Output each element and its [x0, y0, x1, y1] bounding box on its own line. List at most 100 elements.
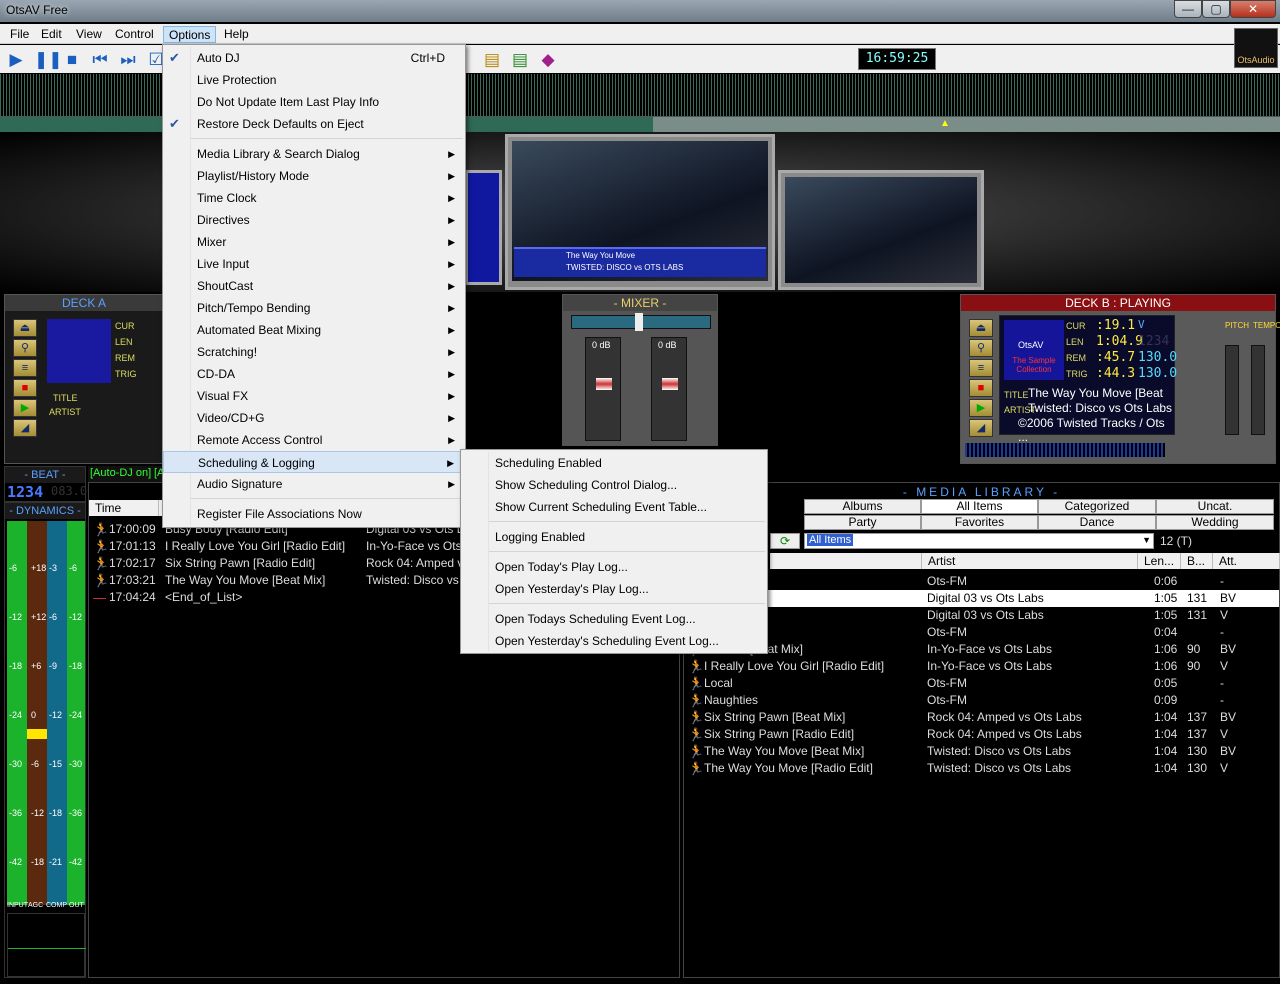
- search-icon[interactable]: ⚲: [13, 339, 37, 357]
- options-menu-item[interactable]: Automated Beat Mixing ▶: [163, 319, 465, 341]
- library-row[interactable]: 🏃Beat Mix]Digital 03 vs Ots Labs1:05131B…: [684, 590, 1279, 607]
- playlist-icon[interactable]: ▤: [482, 50, 502, 70]
- tab-uncat[interactable]: Uncat.: [1156, 499, 1274, 514]
- tab-categorized[interactable]: Categorized: [1038, 499, 1156, 514]
- ramp-icon[interactable]: ◢: [969, 419, 993, 437]
- otsaudio-logo: OtsAudio: [1234, 28, 1278, 68]
- options-menu-item[interactable]: Remote Access Control ▶: [163, 429, 465, 451]
- library-row[interactable]: 🏃kyOts-FM0:04-: [684, 624, 1279, 641]
- refresh-icon[interactable]: ⟳: [770, 533, 800, 549]
- options-menu-item-label: Visual FX: [197, 389, 249, 403]
- play-icon[interactable]: ▶: [969, 399, 993, 417]
- column-bpm[interactable]: B...: [1181, 553, 1213, 569]
- library-row[interactable]: 🏃 Naughties Ots-FM 0:09 -: [684, 692, 1279, 709]
- scheduling-menu-item-label: Open Yesterday's Scheduling Event Log...: [495, 634, 719, 648]
- list-icon[interactable]: ≡: [969, 359, 993, 377]
- options-menu-item[interactable]: Restore Deck Defaults on Eject ✔: [163, 113, 465, 135]
- tab-all-items[interactable]: All Items: [921, 499, 1038, 514]
- tab-wedding[interactable]: Wedding: [1156, 515, 1274, 530]
- ramp-icon[interactable]: ◢: [13, 419, 37, 437]
- scheduling-menu-item[interactable]: Open Today's Play Log...: [461, 556, 767, 578]
- menu-view[interactable]: View: [71, 26, 107, 43]
- options-menu-item[interactable]: Pitch/Tempo Bending ▶: [163, 297, 465, 319]
- column-title[interactable]: [770, 553, 922, 569]
- options-menu-item[interactable]: Time Clock ▶: [163, 187, 465, 209]
- library-row[interactable]: 🏃Radio Edit]Digital 03 vs Ots Labs1:0513…: [684, 607, 1279, 624]
- library-att-cell: V: [1220, 761, 1229, 775]
- eject-icon[interactable]: ⏏: [969, 319, 993, 337]
- options-menu-item[interactable]: Visual FX ▶: [163, 385, 465, 407]
- menu-edit[interactable]: Edit: [36, 26, 67, 43]
- options-menu-item[interactable]: Video/CD+G ▶: [163, 407, 465, 429]
- tab-albums[interactable]: Albums: [804, 499, 921, 514]
- options-menu-item[interactable]: Media Library & Search Dialog ▶: [163, 143, 465, 165]
- pitch-slider[interactable]: [1225, 345, 1239, 435]
- minimize-button[interactable]: —: [1174, 0, 1202, 18]
- stop-icon[interactable]: ■: [969, 379, 993, 397]
- eject-icon[interactable]: ⏏: [13, 319, 37, 337]
- play-icon[interactable]: ▶: [13, 399, 37, 417]
- menu-file[interactable]: File: [5, 26, 34, 43]
- options-menu-item[interactable]: Directives ▶: [163, 209, 465, 231]
- maximize-button[interactable]: ▢: [1202, 0, 1230, 18]
- book-icon[interactable]: ◆: [538, 50, 558, 70]
- options-menu-item[interactable]: Scheduling & Logging ▶: [163, 451, 465, 473]
- column-attributes[interactable]: Att.: [1213, 553, 1280, 569]
- menu-options[interactable]: Options: [163, 26, 217, 43]
- options-menu-item[interactable]: ShoutCast ▶: [163, 275, 465, 297]
- deck-b-rem: :45.7: [1096, 350, 1136, 365]
- library-row[interactable]: 🏃 The Way You Move [Radio Edit] Twisted: D…: [684, 760, 1279, 777]
- column-length[interactable]: Len...: [1138, 553, 1181, 569]
- close-button[interactable]: ✕: [1230, 0, 1276, 18]
- stop-icon[interactable]: ■: [13, 379, 37, 397]
- tab-auto-dj[interactable]: [Auto-DJ on]: [90, 467, 151, 479]
- deck-b-progress[interactable]: [965, 443, 1165, 457]
- library-row[interactable]: 🏃 I Really Love You Girl [Radio Edit] In-Y…: [684, 658, 1279, 675]
- options-menu-item[interactable]: Do Not Update Item Last Play Info: [163, 91, 465, 113]
- scheduling-menu-item[interactable]: Scheduling Enabled: [461, 452, 767, 474]
- library-row[interactable]: 🏃 Six String Pawn [Radio Edit] Rock 04: Am…: [684, 726, 1279, 743]
- library-row[interactable]: 🏃Ots-FM0:06-: [684, 573, 1279, 590]
- menu-control[interactable]: Control: [110, 26, 159, 43]
- tab-dance[interactable]: Dance: [1038, 515, 1156, 530]
- column-time[interactable]: Time: [89, 500, 159, 516]
- scheduling-menu-item[interactable]: Show Scheduling Control Dialog...: [461, 474, 767, 496]
- tempo-slider[interactable]: [1251, 345, 1265, 435]
- column-artist[interactable]: Artist: [922, 553, 1138, 569]
- list-icon[interactable]: ≡: [13, 359, 37, 377]
- options-menu-item[interactable]: Mixer ▶: [163, 231, 465, 253]
- options-menu-item[interactable]: CD-DA ▶: [163, 363, 465, 385]
- options-menu-item[interactable]: Live Protection: [163, 69, 465, 91]
- scheduling-menu-item[interactable]: Open Yesterday's Play Log...: [461, 578, 767, 600]
- previous-icon[interactable]: ⏮: [90, 50, 110, 70]
- library-row[interactable]: 🏃 Six String Pawn [Beat Mix] Rock 04: Ampe…: [684, 709, 1279, 726]
- library-filter-select[interactable]: All Items ▼: [804, 533, 1154, 549]
- channel-b-fader[interactable]: 0 dB: [651, 337, 687, 441]
- library-row[interactable]: 🏃 The Way You Move [Beat Mix] Twisted: Dis…: [684, 743, 1279, 760]
- options-menu-item[interactable]: Register File Associations Now: [163, 503, 465, 525]
- next-icon[interactable]: ⏭: [118, 50, 138, 70]
- media-library-icon[interactable]: ▤: [510, 50, 530, 70]
- search-icon[interactable]: ⚲: [969, 339, 993, 357]
- scheduling-menu-item[interactable]: Open Todays Scheduling Event Log...: [461, 608, 767, 630]
- dynamics-scale-label: -6: [9, 563, 18, 573]
- channel-a-fader[interactable]: 0 dB: [585, 337, 621, 441]
- options-menu-item[interactable]: Auto DJ ✔ Ctrl+D: [163, 47, 465, 69]
- tab-party[interactable]: Party: [804, 515, 921, 530]
- scheduling-menu-item[interactable]: Logging Enabled: [461, 526, 767, 548]
- options-menu-item[interactable]: Playlist/History Mode ▶: [163, 165, 465, 187]
- pause-icon[interactable]: ❚❚: [34, 50, 63, 70]
- chevron-down-icon[interactable]: ▼: [1142, 535, 1151, 545]
- options-menu-item[interactable]: Audio Signature ▶: [163, 473, 465, 495]
- play-icon[interactable]: ▶: [6, 50, 26, 70]
- tab-favorites[interactable]: Favorites: [921, 515, 1038, 530]
- crossfader-handle[interactable]: [635, 313, 643, 331]
- menu-help[interactable]: Help: [219, 26, 254, 43]
- stop-icon[interactable]: ■: [62, 50, 82, 70]
- scheduling-menu-item[interactable]: Open Yesterday's Scheduling Event Log...: [461, 630, 767, 652]
- library-row[interactable]: 🏃 Local Ots-FM 0:05 -: [684, 675, 1279, 692]
- scheduling-menu-item[interactable]: Show Current Scheduling Event Table...: [461, 496, 767, 518]
- options-menu-item[interactable]: Live Input ▶: [163, 253, 465, 275]
- options-menu-item[interactable]: Scratching! ▶: [163, 341, 465, 363]
- library-row[interactable]: 🏃You Girl [Beat Mix]In-Yo-Face vs Ots La…: [684, 641, 1279, 658]
